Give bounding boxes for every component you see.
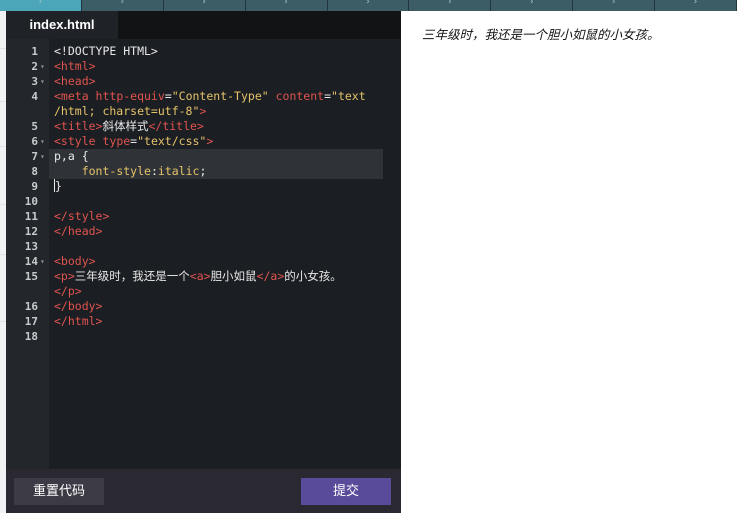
preview-pane: 三年级时，我还是一个胆小如鼠的小女孩。: [401, 11, 737, 513]
line-number: 9: [31, 180, 38, 193]
code-line: <p>三年级时，我还是一个<a>胆小如鼠</a>的小女孩。: [54, 269, 342, 283]
code-line: <body>: [54, 254, 96, 268]
fold-caret-icon[interactable]: ▾: [40, 149, 45, 164]
code-line: </html>: [54, 314, 103, 328]
top-strip-segment[interactable]: ›: [163, 0, 246, 11]
chevron-icon: ›: [529, 0, 534, 7]
line-number: 3 ▾: [31, 75, 45, 88]
top-strip-segment[interactable]: ›: [573, 0, 656, 11]
line-number: 11: [24, 210, 38, 223]
code-line: <meta http-equiv="Content-Type" content=…: [54, 89, 366, 103]
code-line: </p>: [54, 284, 82, 298]
preview-paragraph: 三年级时，我还是一个胆小如鼠的小女孩。: [422, 27, 660, 42]
code-line: </style>: [54, 209, 110, 223]
chevron-icon: ›: [120, 0, 125, 7]
chevron-icon: ›: [366, 0, 370, 7]
fold-caret-icon[interactable]: ▾: [40, 74, 45, 89]
code-line: /html; charset=utf-8">: [54, 104, 207, 118]
fold-caret-icon[interactable]: ▾: [40, 59, 45, 74]
line-number: 14 ▾: [24, 255, 45, 268]
chevron-icon: ›: [284, 0, 288, 7]
code-line: <head>: [54, 74, 96, 88]
line-number-gutter: 1 2 ▾ 3 ▾ 4 5 6 ▾ 7 ▾ 8 9 10 11 12 13 14 ▾ 15 16 17 18: [6, 39, 49, 469]
top-strip-segment[interactable]: ›: [491, 0, 574, 11]
reset-code-button[interactable]: 重置代码: [14, 478, 104, 505]
line-number: 1: [31, 45, 38, 58]
code-line: </body>: [54, 299, 103, 313]
chevron-icon: ›: [693, 0, 698, 7]
code-line: }: [54, 179, 62, 193]
line-number: 15: [24, 270, 38, 283]
code-line: </head>: [54, 224, 103, 238]
line-number: 18: [24, 330, 38, 343]
code-editor-panel: index.html 1 2 ▾ 3 ▾ 4 5 6 ▾ 7 ▾ 8 9 10 11 12 13 14 ▾ 15 16 1…: [6, 11, 401, 513]
tab-index-html[interactable]: index.html: [6, 11, 118, 39]
code-line: <!DOCTYPE HTML>: [54, 44, 158, 58]
top-strip-segment[interactable]: ›: [81, 0, 164, 11]
line-number: 13: [24, 240, 38, 253]
top-tab-strip: › › › › › › › › ›: [0, 0, 737, 11]
top-strip-segment[interactable]: ›: [327, 0, 410, 11]
line-number: 16: [24, 300, 38, 313]
editor-action-bar: 重置代码 提交: [6, 469, 401, 513]
fold-caret-icon[interactable]: ▾: [40, 254, 45, 269]
code-line: font-style:italic;: [81, 164, 207, 178]
line-number: 5: [31, 120, 38, 133]
editor-tab-bar: index.html: [6, 11, 401, 39]
code-line: <html>: [54, 59, 96, 73]
code-line: <title>斜体样式</title>: [54, 119, 204, 133]
top-strip-segment[interactable]: ›: [0, 0, 82, 11]
line-number: 7 ▾: [31, 150, 45, 163]
line-number: 6 ▾: [31, 135, 45, 148]
line-number: 12: [24, 225, 38, 238]
code-line: p,a {: [54, 149, 89, 163]
line-number: 8: [31, 165, 38, 178]
top-strip-segment[interactable]: ›: [409, 0, 492, 11]
line-number: 2 ▾: [31, 60, 45, 73]
chevron-icon: ›: [611, 0, 616, 7]
chevron-icon: ›: [38, 0, 43, 7]
top-strip-segment[interactable]: ›: [655, 0, 737, 11]
line-number: 10: [24, 195, 38, 208]
fold-caret-icon[interactable]: ▾: [40, 134, 45, 149]
line-number: 4: [31, 90, 38, 103]
line-number: 17: [24, 315, 38, 328]
code-text-area[interactable]: <!DOCTYPE HTML> <html> <head> <meta http-eq…: [49, 39, 401, 469]
submit-button[interactable]: 提交: [301, 478, 391, 505]
chevron-icon: ›: [448, 0, 452, 7]
chevron-icon: ›: [202, 0, 207, 7]
top-strip-segment[interactable]: ›: [245, 0, 328, 11]
code-line: <style type="text/css">: [54, 134, 214, 148]
